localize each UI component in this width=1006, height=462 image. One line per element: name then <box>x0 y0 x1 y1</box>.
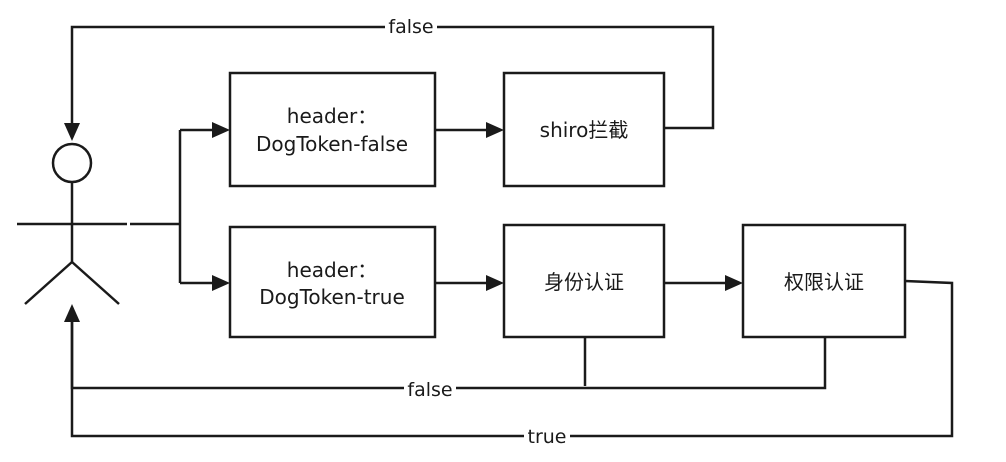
edge-label-auth-false: false <box>404 378 456 402</box>
node-identity-auth: 身份认证 <box>502 223 666 339</box>
arrowhead-permission <box>725 275 743 291</box>
connector-permission-false-loop <box>70 320 827 390</box>
actor-head <box>51 142 93 184</box>
actor-right-leg <box>71 261 120 305</box>
svg-text:true: true <box>528 426 567 448</box>
arrowhead-actor-head <box>64 123 80 141</box>
svg-text:false: false <box>407 379 452 401</box>
node-header-true-line1: header： <box>287 258 377 282</box>
arrowhead-identity <box>486 275 504 291</box>
node-header-false-line2: DogToken-false <box>256 132 408 156</box>
node-permission-auth: 权限认证 <box>741 223 907 339</box>
node-header-false-line1: header： <box>287 104 377 128</box>
arrowhead-actor-feet <box>64 304 80 322</box>
node-permission-auth-label: 权限认证 <box>784 270 864 294</box>
arrowhead-header-false <box>212 122 230 138</box>
arrowhead-header-true <box>212 275 230 291</box>
user-actor <box>17 142 127 305</box>
node-identity-auth-label: 身份认证 <box>544 270 624 294</box>
node-header-true-line2: DogToken-true <box>259 285 405 309</box>
node-shiro-label: shiro拦截 <box>540 118 629 142</box>
arrowhead-shiro <box>486 122 504 138</box>
svg-text:false: false <box>388 16 433 38</box>
node-header-false: header： DogToken-false <box>228 71 437 188</box>
flow-diagram: false false true header： DogToken-false … <box>17 15 954 448</box>
node-header-true: header： DogToken-true <box>228 225 437 339</box>
actor-left-leg <box>24 261 73 305</box>
edge-label-shiro-false: false <box>385 15 437 39</box>
node-shiro: shiro拦截 <box>502 71 666 188</box>
edge-label-permission-true: true <box>524 426 570 448</box>
